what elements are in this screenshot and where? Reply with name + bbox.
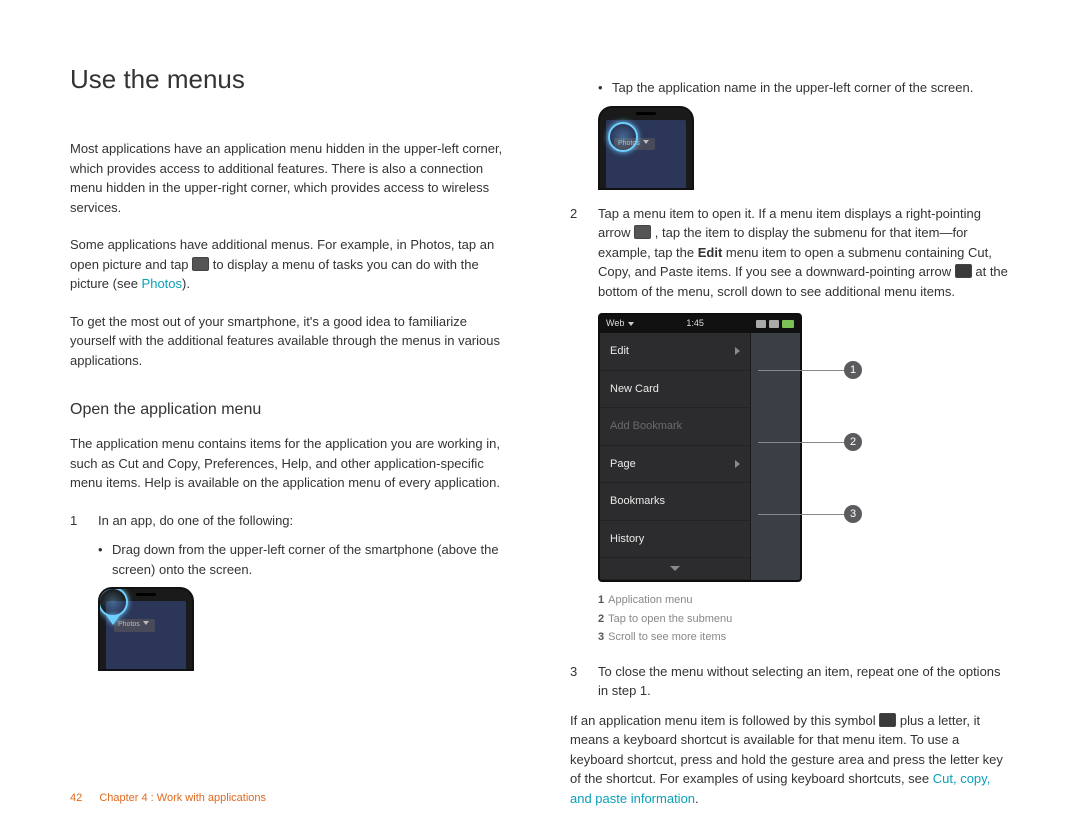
step-number: 1 — [70, 511, 98, 531]
intro-paragraph-2: Some applications have additional menus.… — [70, 235, 510, 294]
phone-body: Photos — [598, 106, 694, 190]
callout-badge: 3 — [844, 505, 862, 523]
intro-paragraph-1: Most applications have an application me… — [70, 139, 510, 217]
figure-drag-down: Photos — [98, 587, 194, 667]
step-number: 3 — [570, 662, 598, 701]
menu-item-label: New Card — [610, 381, 659, 398]
text: If an application menu item is followed … — [570, 713, 879, 728]
menu-item-bookmarks[interactable]: Bookmarks — [600, 483, 750, 521]
menu-item-page[interactable]: Page — [600, 446, 750, 484]
menu-item-label: Add Bookmark — [610, 418, 682, 435]
legend-text: Tap to open the submenu — [608, 613, 732, 625]
chevron-right-icon — [735, 460, 740, 468]
legend-text: Scroll to see more items — [608, 631, 726, 643]
step-text: To close the menu without selecting an i… — [598, 662, 1010, 701]
right-arrow-icon — [634, 225, 651, 239]
step-text: Tap a menu item to open it. If a menu it… — [598, 204, 1010, 302]
step-2: 2 Tap a menu item to open it. If a menu … — [570, 204, 1010, 302]
app-menu-dropdown: Edit New Card Add Bookmark Page — [600, 333, 751, 580]
page-number: 42 — [70, 792, 82, 804]
menu-item-new-card[interactable]: New Card — [600, 371, 750, 409]
app-name-pill: Photos — [114, 619, 155, 632]
step-3: 3 To close the menu without selecting an… — [570, 662, 1010, 701]
callout-1: 1 — [758, 361, 862, 379]
intro-paragraph-3: To get the most out of your smartphone, … — [70, 312, 510, 371]
shortcut-paragraph: If an application menu item is followed … — [570, 711, 1010, 809]
photos-link[interactable]: Photos — [142, 276, 182, 291]
step-number: 2 — [570, 204, 598, 302]
wifi-icon — [756, 320, 766, 328]
menu-item-edit[interactable]: Edit — [600, 333, 750, 371]
menu-scroll-more[interactable] — [600, 558, 750, 580]
menu-item-label: Bookmarks — [610, 493, 665, 510]
right-column: • Tap the application name in the upper-… — [570, 40, 1010, 826]
callout-badge: 2 — [844, 433, 862, 451]
menu-item-history[interactable]: History — [600, 521, 750, 559]
menu-item-label: Page — [610, 456, 636, 473]
gesture-start-icon — [98, 587, 128, 617]
legend-text: Application menu — [608, 594, 692, 606]
chevron-down-icon — [670, 566, 680, 571]
chevron-right-icon — [735, 347, 740, 355]
menu-item-label: History — [610, 531, 644, 548]
bullet-tap-name: • Tap the application name in the upper-… — [598, 78, 1010, 98]
battery-icon — [782, 320, 794, 328]
tasks-menu-icon — [192, 257, 209, 271]
bullet-mark: • — [598, 78, 612, 98]
phone-speaker — [636, 112, 656, 115]
status-bar: Web 1:45 — [600, 315, 800, 333]
text: . — [695, 791, 699, 806]
legend-num: 2 — [598, 613, 604, 625]
page-footer: 42 Chapter 4 : Work with applications — [70, 790, 266, 807]
callout-3: 3 — [758, 505, 862, 523]
clock: 1:45 — [686, 317, 704, 331]
chapter-label: Chapter 4 : Work with applications — [99, 792, 266, 804]
figure-tap-name: Photos — [598, 106, 694, 186]
phone-speaker — [136, 593, 156, 596]
gesture-arrow-icon — [106, 615, 120, 625]
menu-item-add-bookmark[interactable]: Add Bookmark — [600, 408, 750, 446]
legend-num: 3 — [598, 631, 604, 643]
signal-icon — [769, 320, 779, 328]
app-name: Web — [606, 317, 624, 331]
section-title: Use the menus — [70, 60, 510, 99]
menu-item-label: Edit — [610, 343, 629, 360]
step-1: 1 In an app, do one of the following: — [70, 511, 510, 531]
edit-emphasis: Edit — [698, 245, 723, 260]
figure-app-menu: Web 1:45 Edit — [598, 313, 878, 582]
tap-target-icon — [608, 122, 638, 152]
legend-num: 1 — [598, 594, 604, 606]
app-menu-description: The application menu contains items for … — [70, 434, 510, 493]
bullet-text: Tap the application name in the upper-le… — [612, 78, 1010, 98]
shortcut-symbol-icon — [879, 713, 896, 727]
bullet-drag-down: • Drag down from the upper-left corner o… — [98, 540, 510, 579]
callout-badge: 1 — [844, 361, 862, 379]
text: ). — [182, 276, 190, 291]
figure-legend: 1 Application menu 2 Tap to open the subme… — [598, 592, 1010, 646]
bullet-text: Drag down from the upper-left corner of … — [112, 540, 510, 579]
phone-body: Photos — [98, 587, 194, 671]
left-column: Use the menus Most applications have an … — [70, 40, 510, 826]
down-arrow-icon — [955, 264, 972, 278]
subsection-title: Open the application menu — [70, 398, 510, 422]
chevron-down-icon — [628, 322, 634, 326]
bullet-mark: • — [98, 540, 112, 579]
callout-2: 2 — [758, 433, 862, 451]
phone-screen: Photos — [606, 120, 686, 188]
step-text: In an app, do one of the following: — [98, 511, 510, 531]
